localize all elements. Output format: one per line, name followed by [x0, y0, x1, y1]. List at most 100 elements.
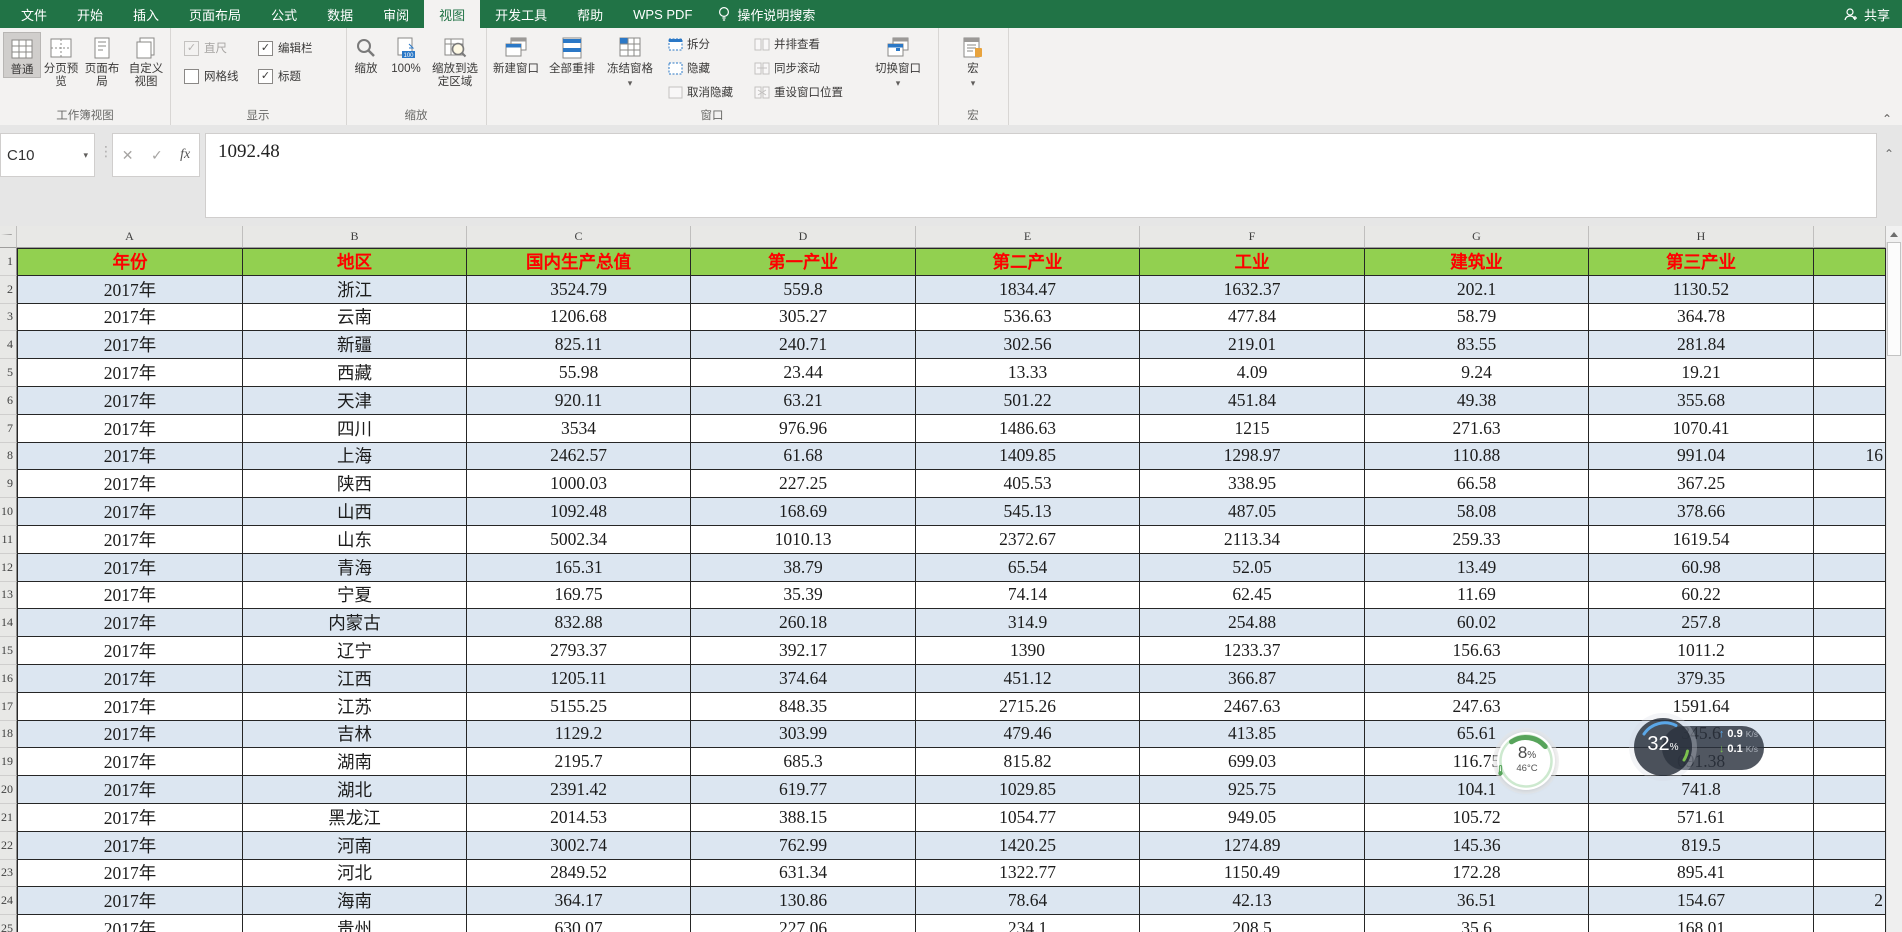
cell-D3[interactable]: 305.27 — [691, 304, 916, 332]
ribbon-tab-文件[interactable]: 文件 — [6, 0, 62, 28]
row-header-16[interactable]: 16 — [0, 665, 17, 693]
ribbon-tab-数据[interactable]: 数据 — [312, 0, 368, 28]
cell-H10[interactable]: 378.66 — [1589, 498, 1814, 526]
cell-H23[interactable]: 895.41 — [1589, 860, 1814, 888]
select-all-corner[interactable] — [0, 226, 17, 248]
cell-G17[interactable]: 247.63 — [1365, 693, 1589, 721]
cell-H12[interactable]: 60.98 — [1589, 554, 1814, 582]
cell-E13[interactable]: 74.14 — [916, 582, 1140, 610]
zoom-100-button[interactable]: 100 100% — [386, 32, 426, 76]
cell-E16[interactable]: 451.12 — [916, 665, 1140, 693]
cell-D21[interactable]: 388.15 — [691, 804, 916, 832]
checkbox-网格线[interactable]: 网格线 — [184, 68, 239, 84]
header-cell-国内生产总值[interactable]: 国内生产总值 — [467, 248, 691, 276]
cell-B20[interactable]: 湖北 — [243, 776, 467, 804]
share-button[interactable]: 共享 — [1843, 0, 1890, 28]
cell-I20[interactable] — [1814, 776, 1886, 804]
cell-I3[interactable] — [1814, 304, 1886, 332]
cell-G12[interactable]: 13.49 — [1365, 554, 1589, 582]
ribbon-tab-页面布局[interactable]: 页面布局 — [174, 0, 256, 28]
cell-A17[interactable]: 2017年 — [17, 693, 243, 721]
cell-D16[interactable]: 374.64 — [691, 665, 916, 693]
cell-F3[interactable]: 477.84 — [1140, 304, 1365, 332]
cell-I8[interactable]: 16 — [1814, 443, 1886, 471]
cell-F20[interactable]: 925.75 — [1140, 776, 1365, 804]
cell-D2[interactable]: 559.8 — [691, 276, 916, 304]
cell-G5[interactable]: 9.24 — [1365, 359, 1589, 387]
cell-A18[interactable]: 2017年 — [17, 721, 243, 749]
page-layout-view-button[interactable]: 页面布局 — [82, 32, 122, 89]
hide-button[interactable]: 隐藏 — [668, 60, 710, 76]
cell-D9[interactable]: 227.25 — [691, 470, 916, 498]
cell-F25[interactable]: 208.5 — [1140, 915, 1365, 932]
cell-C12[interactable]: 165.31 — [467, 554, 691, 582]
split-button[interactable]: 拆分 — [668, 36, 710, 52]
cell-A13[interactable]: 2017年 — [17, 582, 243, 610]
cell-H4[interactable]: 281.84 — [1589, 331, 1814, 359]
cell-E6[interactable]: 501.22 — [916, 387, 1140, 415]
cell-E3[interactable]: 536.63 — [916, 304, 1140, 332]
cell-F15[interactable]: 1233.37 — [1140, 637, 1365, 665]
cell-A23[interactable]: 2017年 — [17, 860, 243, 888]
cell-H22[interactable]: 819.5 — [1589, 832, 1814, 860]
cell-C6[interactable]: 920.11 — [467, 387, 691, 415]
cell-B7[interactable]: 四川 — [243, 415, 467, 443]
cell-F16[interactable]: 366.87 — [1140, 665, 1365, 693]
cell-A12[interactable]: 2017年 — [17, 554, 243, 582]
freeze-panes-button[interactable]: 冻结窗格 ▾ — [602, 32, 658, 87]
cell-G14[interactable]: 60.02 — [1365, 609, 1589, 637]
cell-D17[interactable]: 848.35 — [691, 693, 916, 721]
row-header-13[interactable]: 13 — [0, 582, 17, 610]
cell-D25[interactable]: 227.06 — [691, 915, 916, 932]
cell-G21[interactable]: 105.72 — [1365, 804, 1589, 832]
cell-G23[interactable]: 172.28 — [1365, 860, 1589, 888]
cell-A6[interactable]: 2017年 — [17, 387, 243, 415]
column-header-I-partial[interactable] — [1814, 226, 1886, 248]
cell-A24[interactable]: 2017年 — [17, 887, 243, 915]
cell-I21[interactable] — [1814, 804, 1886, 832]
cell-I9[interactable] — [1814, 470, 1886, 498]
cell-C2[interactable]: 3524.79 — [467, 276, 691, 304]
checkbox-标题[interactable]: ✓标题 — [258, 68, 301, 84]
checkbox-box[interactable]: ✓ — [258, 69, 273, 84]
cell-C16[interactable]: 1205.11 — [467, 665, 691, 693]
cell-F7[interactable]: 1215 — [1140, 415, 1365, 443]
cell-D8[interactable]: 61.68 — [691, 443, 916, 471]
custom-views-button[interactable]: 自定义视图 — [124, 32, 168, 89]
cell-E9[interactable]: 405.53 — [916, 470, 1140, 498]
cell-D13[interactable]: 35.39 — [691, 582, 916, 610]
cell-C18[interactable]: 1129.2 — [467, 721, 691, 749]
scroll-up-button[interactable] — [1886, 226, 1902, 242]
cancel-icon[interactable]: ✕ — [122, 147, 134, 164]
cell-G8[interactable]: 110.88 — [1365, 443, 1589, 471]
cell-E19[interactable]: 815.82 — [916, 748, 1140, 776]
cell-E8[interactable]: 1409.85 — [916, 443, 1140, 471]
cell-B4[interactable]: 新疆 — [243, 331, 467, 359]
cell-D6[interactable]: 63.21 — [691, 387, 916, 415]
row-header-12[interactable]: 12 — [0, 554, 17, 582]
cell-E18[interactable]: 479.46 — [916, 721, 1140, 749]
cell-D15[interactable]: 392.17 — [691, 637, 916, 665]
row-header-3[interactable]: 3 — [0, 304, 17, 332]
row-header-7[interactable]: 7 — [0, 415, 17, 443]
cell-I10[interactable] — [1814, 498, 1886, 526]
cell-B13[interactable]: 宁夏 — [243, 582, 467, 610]
ribbon-tab-公式[interactable]: 公式 — [256, 0, 312, 28]
cell-D7[interactable]: 976.96 — [691, 415, 916, 443]
cell-H8[interactable]: 991.04 — [1589, 443, 1814, 471]
cell-H14[interactable]: 257.8 — [1589, 609, 1814, 637]
cell-C9[interactable]: 1000.03 — [467, 470, 691, 498]
name-box[interactable]: C10 ▾ — [0, 133, 95, 177]
cell-I19[interactable] — [1814, 748, 1886, 776]
cpu-temp-gauge-widget[interactable]: 8% 46°C — [1494, 730, 1560, 792]
cell-E15[interactable]: 1390 — [916, 637, 1140, 665]
cell-B2[interactable]: 浙江 — [243, 276, 467, 304]
cell-C8[interactable]: 2462.57 — [467, 443, 691, 471]
cell-A25[interactable]: 2017年 — [17, 915, 243, 932]
row-header-9[interactable]: 9 — [0, 470, 17, 498]
cell-E11[interactable]: 2372.67 — [916, 526, 1140, 554]
ribbon-tab-开发工具[interactable]: 开发工具 — [480, 0, 562, 28]
cell-F21[interactable]: 949.05 — [1140, 804, 1365, 832]
cell-C5[interactable]: 55.98 — [467, 359, 691, 387]
ribbon-tab-WPS PDF[interactable]: WPS PDF — [618, 0, 707, 28]
